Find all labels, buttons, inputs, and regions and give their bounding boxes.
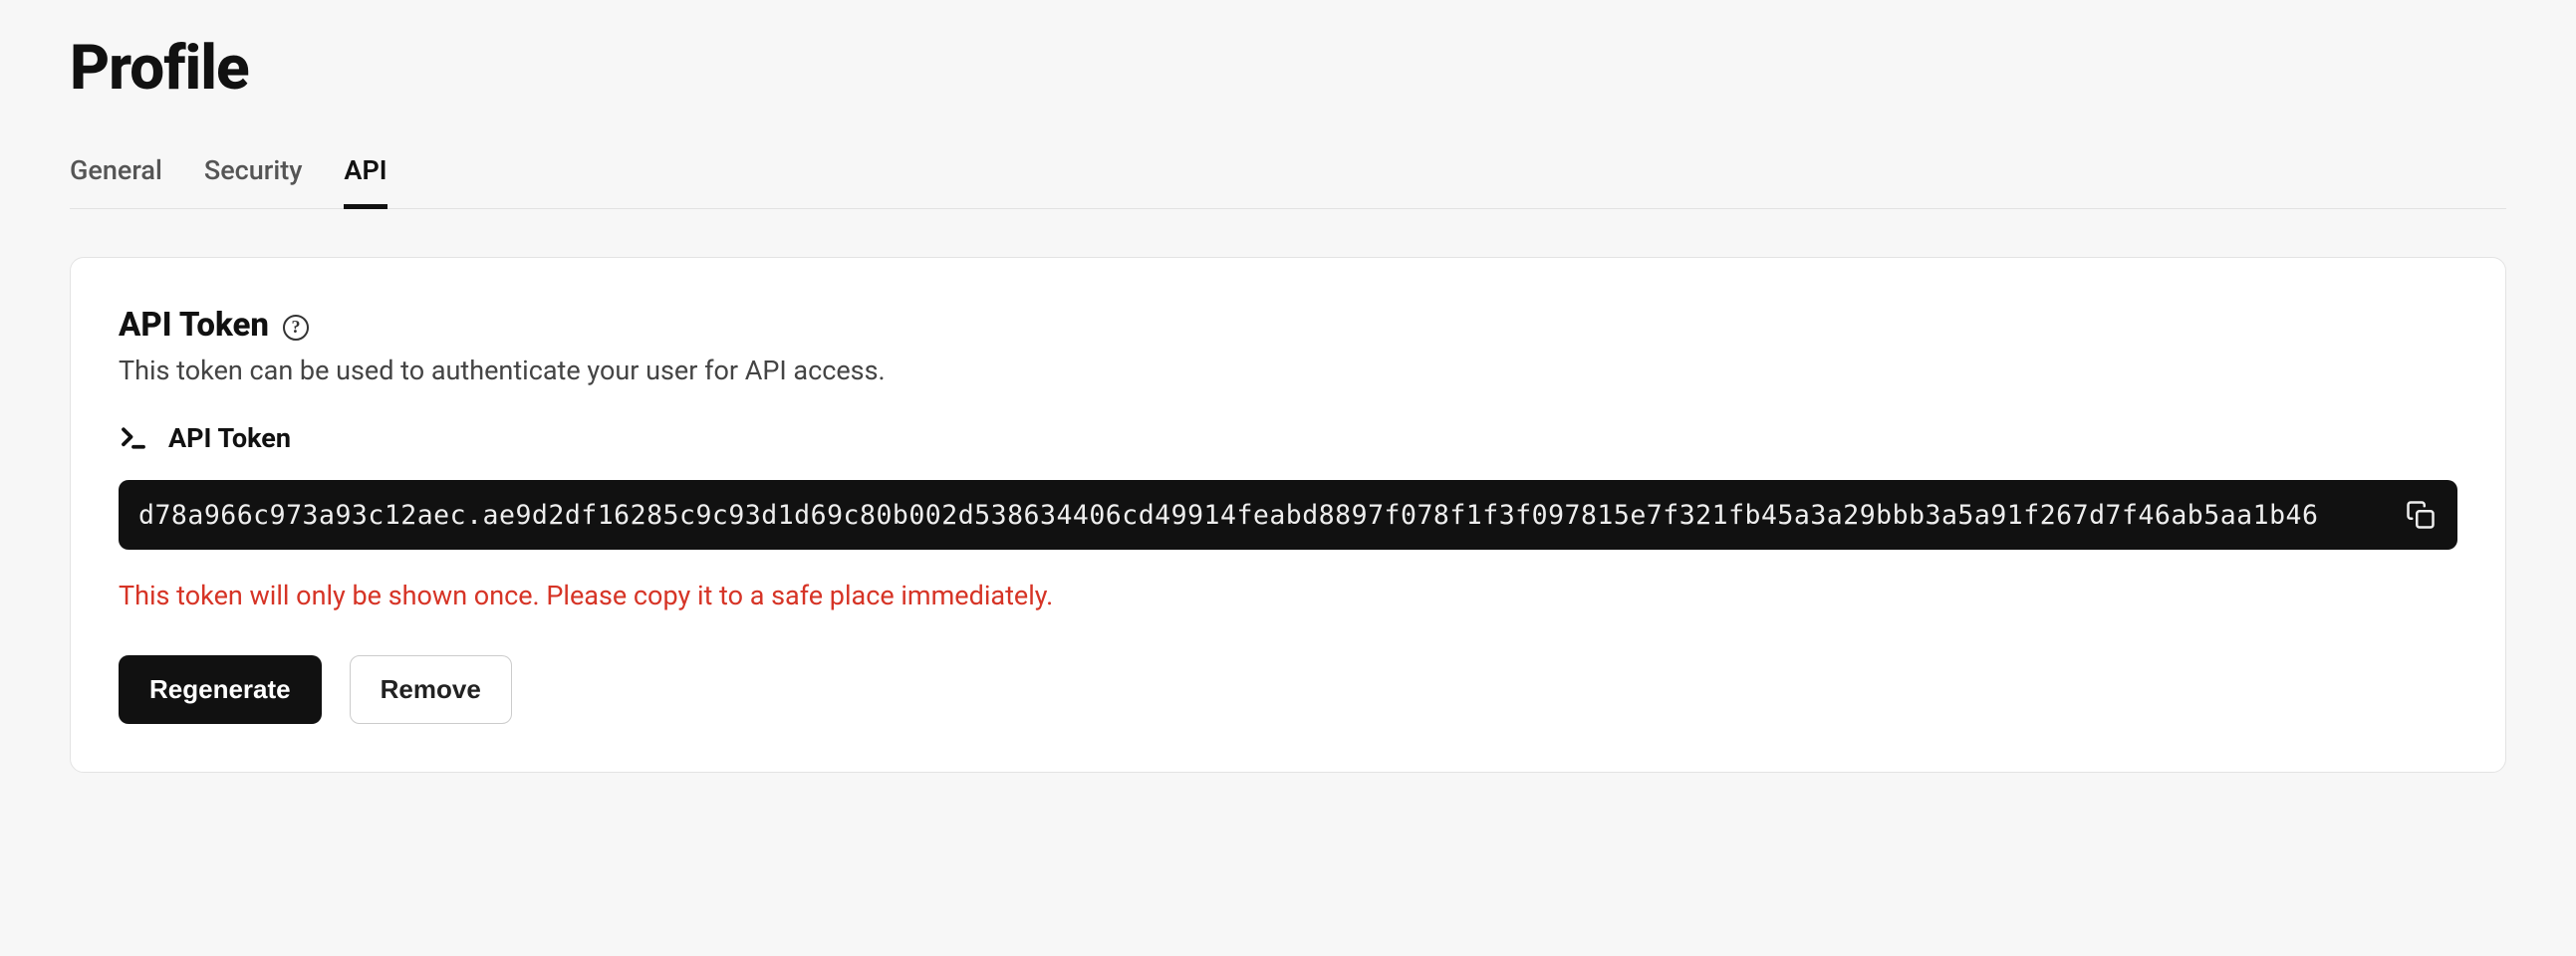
token-value: d78a966c973a93c12aec.ae9d2df16285c9c93d1… xyxy=(138,500,2388,531)
card-description: This token can be used to authenticate y… xyxy=(119,355,2457,386)
tabs: General Security API xyxy=(70,154,2506,209)
copy-icon xyxy=(2406,500,2436,530)
terminal-icon xyxy=(119,423,148,453)
token-display: d78a966c973a93c12aec.ae9d2df16285c9c93d1… xyxy=(119,480,2457,550)
tab-security[interactable]: Security xyxy=(204,154,303,209)
token-label: API Token xyxy=(168,422,291,454)
page-title: Profile xyxy=(70,32,2506,105)
token-warning: This token will only be shown once. Plea… xyxy=(119,580,2457,611)
help-icon[interactable]: ? xyxy=(283,315,309,341)
tab-general[interactable]: General xyxy=(70,154,162,209)
remove-button[interactable]: Remove xyxy=(350,655,512,724)
card-title: API Token xyxy=(119,306,269,345)
tab-api[interactable]: API xyxy=(344,154,386,209)
api-token-card: API Token ? This token can be used to au… xyxy=(70,257,2506,773)
regenerate-button[interactable]: Regenerate xyxy=(119,655,322,724)
copy-button[interactable] xyxy=(2404,498,2438,532)
